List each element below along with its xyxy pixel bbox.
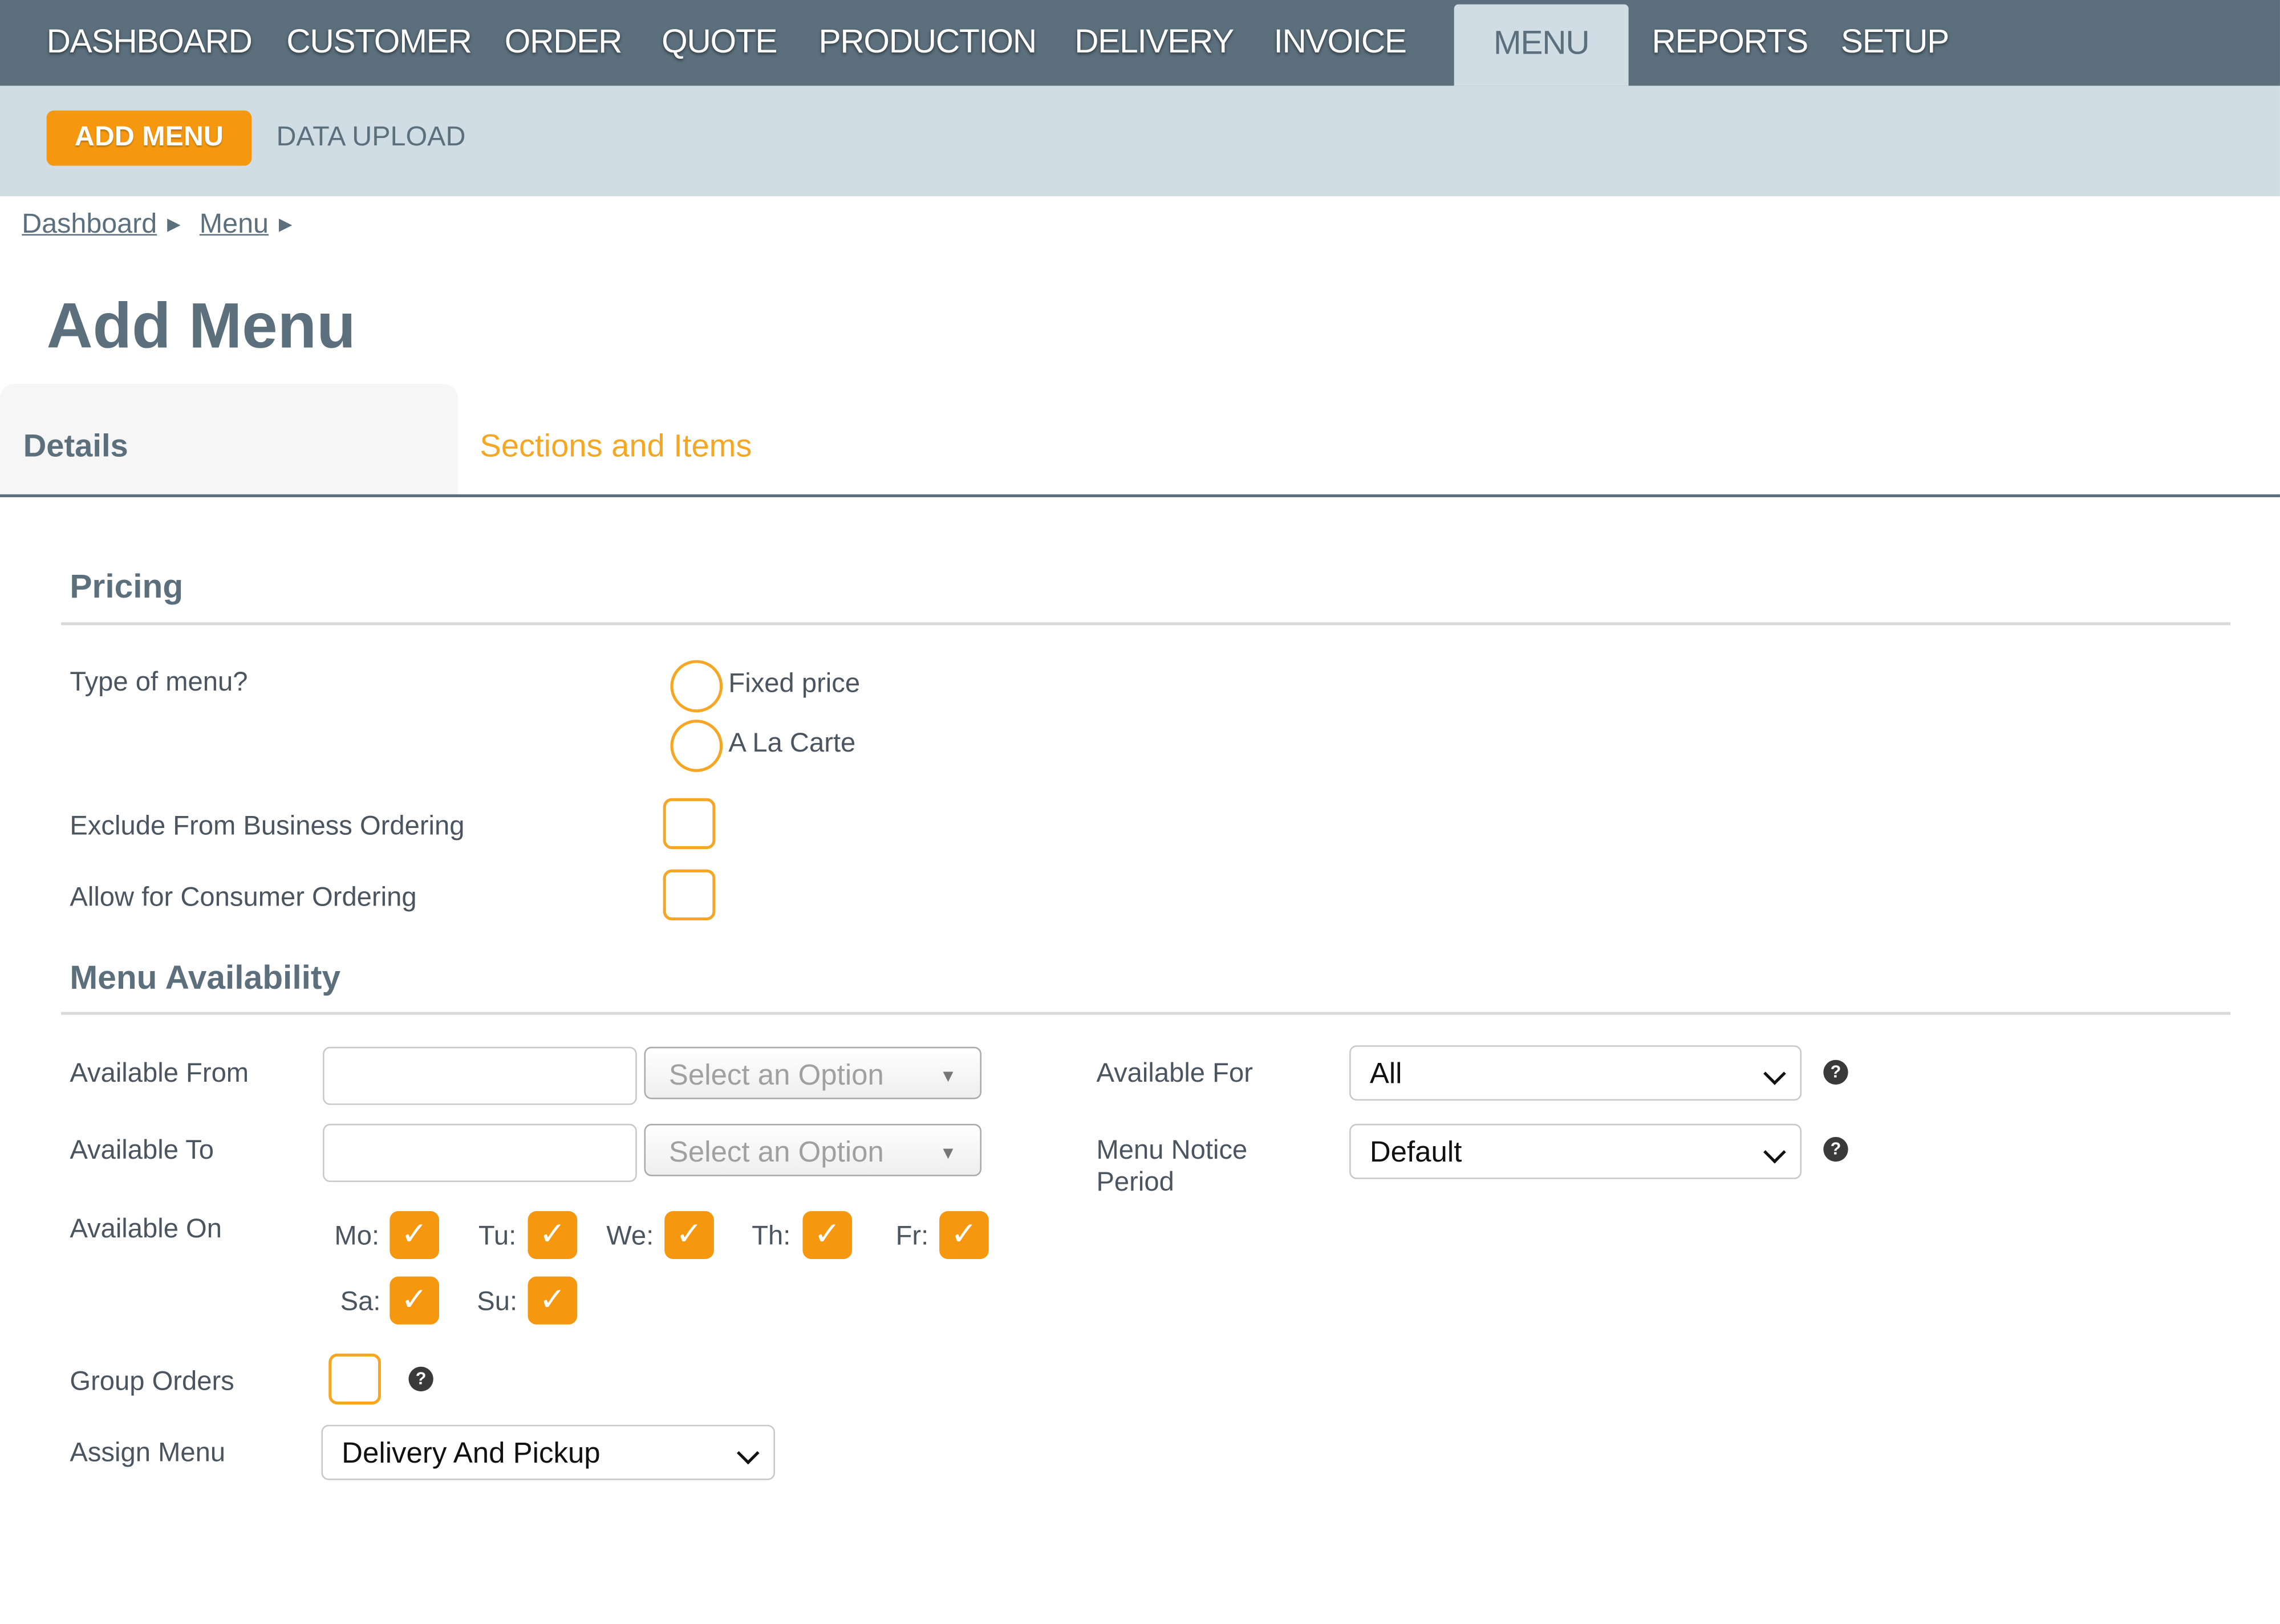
assign-menu-label: Assign Menu: [70, 1436, 226, 1467]
available-from-label: Available From: [70, 1057, 249, 1088]
day-label-sa: Sa:: [340, 1285, 381, 1316]
tab-details-label: Details: [23, 427, 128, 464]
nav-setup[interactable]: SETUP: [1841, 0, 1949, 86]
menu-availability-heading: Menu Availability: [70, 958, 341, 996]
day-checkbox-su[interactable]: ✓: [528, 1276, 578, 1325]
group-orders-label: Group Orders: [70, 1365, 234, 1396]
a-la-carte-label: A La Carte: [728, 726, 856, 758]
tab-details[interactable]: Details: [0, 384, 459, 496]
available-to-time-select[interactable]: Select an Option ▼: [644, 1123, 982, 1176]
nav-quote[interactable]: QUOTE: [662, 0, 777, 86]
pricing-heading: Pricing: [70, 567, 184, 605]
nav-reports[interactable]: REPORTS: [1652, 0, 1808, 86]
availability-divider: [61, 1012, 2231, 1015]
page-title: Add Menu: [46, 290, 356, 362]
menu-notice-period-label: Menu Notice: [1096, 1134, 1248, 1165]
nav-customer[interactable]: CUSTOMER: [286, 0, 472, 86]
breadcrumb-dashboard[interactable]: Dashboard: [22, 209, 157, 240]
nav-order[interactable]: ORDER: [505, 0, 623, 86]
nav-dashboard[interactable]: DASHBOARD: [47, 0, 253, 86]
exclude-business-ordering-checkbox[interactable]: [663, 798, 716, 850]
add-menu-button[interactable]: ADD MENU: [46, 110, 252, 166]
available-for-select[interactable]: All: [1349, 1045, 1802, 1101]
chevron-down-icon: [736, 1442, 760, 1465]
nav-menu[interactable]: MENU: [1454, 4, 1629, 86]
day-checkbox-th[interactable]: ✓: [802, 1211, 853, 1260]
chevron-down-icon: [1763, 1062, 1786, 1085]
breadcrumb-menu[interactable]: Menu: [200, 209, 269, 240]
nav-invoice[interactable]: INVOICE: [1274, 0, 1407, 86]
available-to-time-placeholder: Select an Option: [668, 1136, 884, 1169]
day-checkbox-fr[interactable]: ✓: [939, 1211, 989, 1260]
day-label-th: Th:: [752, 1220, 791, 1251]
available-on-label: Available On: [70, 1212, 222, 1243]
assign-menu-select[interactable]: Delivery And Pickup: [321, 1424, 775, 1480]
allow-consumer-ordering-checkbox[interactable]: [663, 869, 716, 920]
breadcrumb-arrow-icon: ▶: [167, 213, 181, 234]
available-from-time-placeholder: Select an Option: [668, 1059, 884, 1092]
dropdown-triangle-icon: ▼: [939, 1143, 957, 1163]
nav-delivery[interactable]: DELIVERY: [1074, 0, 1234, 86]
assign-menu-value: Delivery And Pickup: [342, 1438, 601, 1470]
group-orders-help-icon[interactable]: ?: [408, 1366, 433, 1392]
allow-consumer-ordering-label: Allow for Consumer Ordering: [70, 881, 417, 912]
available-from-date-input[interactable]: [323, 1046, 637, 1105]
day-label-we: We:: [606, 1220, 654, 1251]
available-from-time-select[interactable]: Select an Option ▼: [644, 1046, 982, 1099]
available-to-date-input[interactable]: [323, 1123, 637, 1182]
sub-navigation: ADD MENU DATA UPLOAD: [0, 86, 2280, 197]
exclude-business-ordering-label: Exclude From Business Ordering: [70, 810, 465, 841]
page: DASHBOARD CUSTOMER ORDER QUOTE PRODUCTIO…: [0, 0, 2280, 1624]
dropdown-triangle-icon: ▼: [939, 1065, 957, 1086]
pricing-divider: [61, 622, 2231, 626]
breadcrumb-arrow-icon: ▶: [278, 213, 293, 234]
data-upload-link[interactable]: DATA UPLOAD: [276, 111, 465, 166]
day-label-mo: Mo:: [334, 1220, 380, 1251]
top-navigation: DASHBOARD CUSTOMER ORDER QUOTE PRODUCTIO…: [0, 0, 2280, 86]
nav-production[interactable]: PRODUCTION: [818, 0, 1037, 86]
menu-notice-help-icon[interactable]: ?: [1823, 1136, 1848, 1162]
day-label-fr: Fr:: [895, 1220, 929, 1251]
tab-sections-and-items[interactable]: Sections and Items: [480, 428, 752, 465]
group-orders-checkbox[interactable]: [328, 1353, 382, 1405]
menu-notice-period-label-line2: Period: [1096, 1166, 1174, 1197]
tab-underline: [0, 494, 2280, 497]
type-of-menu-label: Type of menu?: [70, 665, 248, 697]
menu-notice-period-select[interactable]: Default: [1349, 1123, 1802, 1179]
day-checkbox-mo[interactable]: ✓: [390, 1211, 440, 1260]
day-label-tu: Tu:: [478, 1220, 517, 1251]
available-to-label: Available To: [70, 1134, 214, 1165]
available-for-value: All: [1369, 1058, 1402, 1091]
chevron-down-icon: [1763, 1140, 1786, 1164]
menu-notice-period-value: Default: [1369, 1136, 1462, 1169]
day-checkbox-tu[interactable]: ✓: [528, 1211, 578, 1260]
available-for-label: Available For: [1096, 1057, 1253, 1088]
radio-a-la-carte[interactable]: [670, 720, 723, 772]
available-for-help-icon[interactable]: ?: [1823, 1059, 1848, 1085]
day-checkbox-sa[interactable]: ✓: [390, 1276, 440, 1325]
radio-fixed-price[interactable]: [670, 660, 723, 713]
breadcrumb: Dashboard ▶ Menu ▶: [22, 209, 311, 241]
day-checkbox-we[interactable]: ✓: [664, 1211, 714, 1260]
day-label-su: Su:: [477, 1285, 518, 1316]
fixed-price-label: Fixed price: [728, 667, 861, 698]
